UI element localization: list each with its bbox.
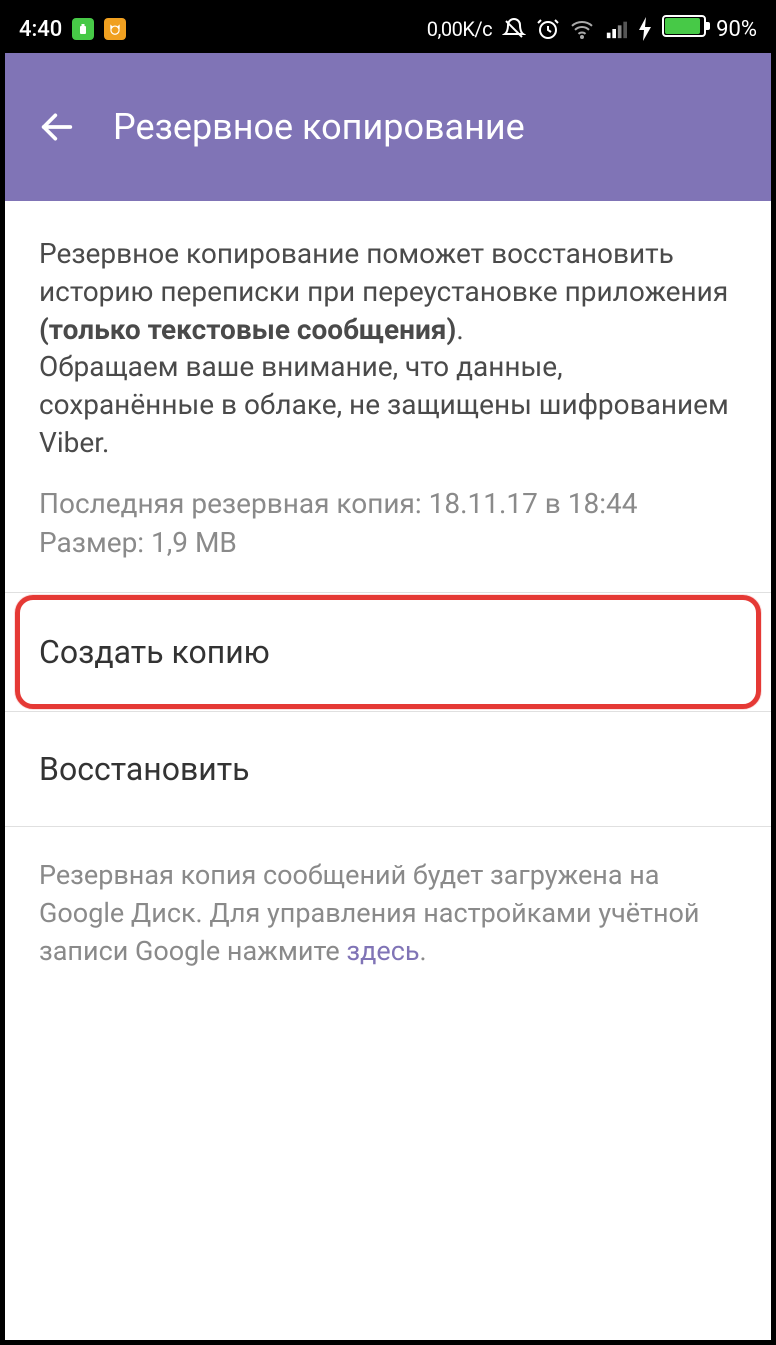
- google-drive-note: Резервная копия сообщений будет загружен…: [5, 827, 771, 1000]
- content-area: Резервное копирование поможет восстанови…: [5, 201, 771, 1001]
- battery-icon: [662, 15, 706, 43]
- desc-text-2: Обращаем ваше внимание, что данные, сохр…: [39, 350, 729, 459]
- create-backup-button[interactable]: Создать копию: [21, 601, 755, 703]
- wifi-icon: [570, 17, 594, 41]
- last-backup-value: 18.11.17 в 18:44: [429, 487, 638, 520]
- status-bar: 4:40 0,00K/c: [5, 5, 771, 53]
- desc-text-1: Резервное копирование поможет восстанови…: [39, 237, 728, 308]
- backup-meta: Последняя резервная копия: 18.11.17 в 18…: [39, 484, 737, 562]
- battery-saver-icon: [72, 18, 94, 40]
- backup-description: Резервное копирование поможет восстанови…: [39, 235, 737, 462]
- arrow-left-icon: [37, 107, 77, 147]
- dnd-icon: [502, 17, 526, 41]
- charging-icon: [638, 17, 652, 41]
- alarm-icon: [536, 17, 560, 41]
- highlighted-item-wrap: Создать копию: [21, 601, 755, 703]
- divider: [5, 592, 771, 593]
- status-left: 4:40: [19, 17, 126, 42]
- cat-face-icon: [104, 18, 126, 40]
- status-right: 0,00K/c 90%: [427, 15, 757, 43]
- google-settings-link[interactable]: здесь: [346, 935, 419, 967]
- status-time: 4:40: [19, 17, 62, 42]
- page-title: Резервное копирование: [113, 106, 525, 148]
- device-frame: 4:40 0,00K/c: [0, 0, 776, 1345]
- last-backup-label: Последняя резервная копия:: [39, 487, 422, 520]
- back-button[interactable]: [33, 103, 81, 151]
- restore-button[interactable]: Восстановить: [5, 712, 771, 826]
- desc-text-1-end: .: [456, 313, 463, 346]
- battery-percent: 90%: [716, 17, 757, 42]
- footer-text-2: .: [420, 935, 427, 967]
- size-value: 1,9 MB: [151, 526, 237, 559]
- app-bar: Резервное копирование: [5, 53, 771, 201]
- network-speed: 0,00K/c: [427, 17, 492, 41]
- desc-text-bold: (только текстовые сообщения): [39, 313, 456, 346]
- size-label: Размер:: [39, 526, 144, 559]
- signal-icon: [604, 17, 628, 41]
- backup-info-block: Резервное копирование поможет восстанови…: [5, 201, 771, 592]
